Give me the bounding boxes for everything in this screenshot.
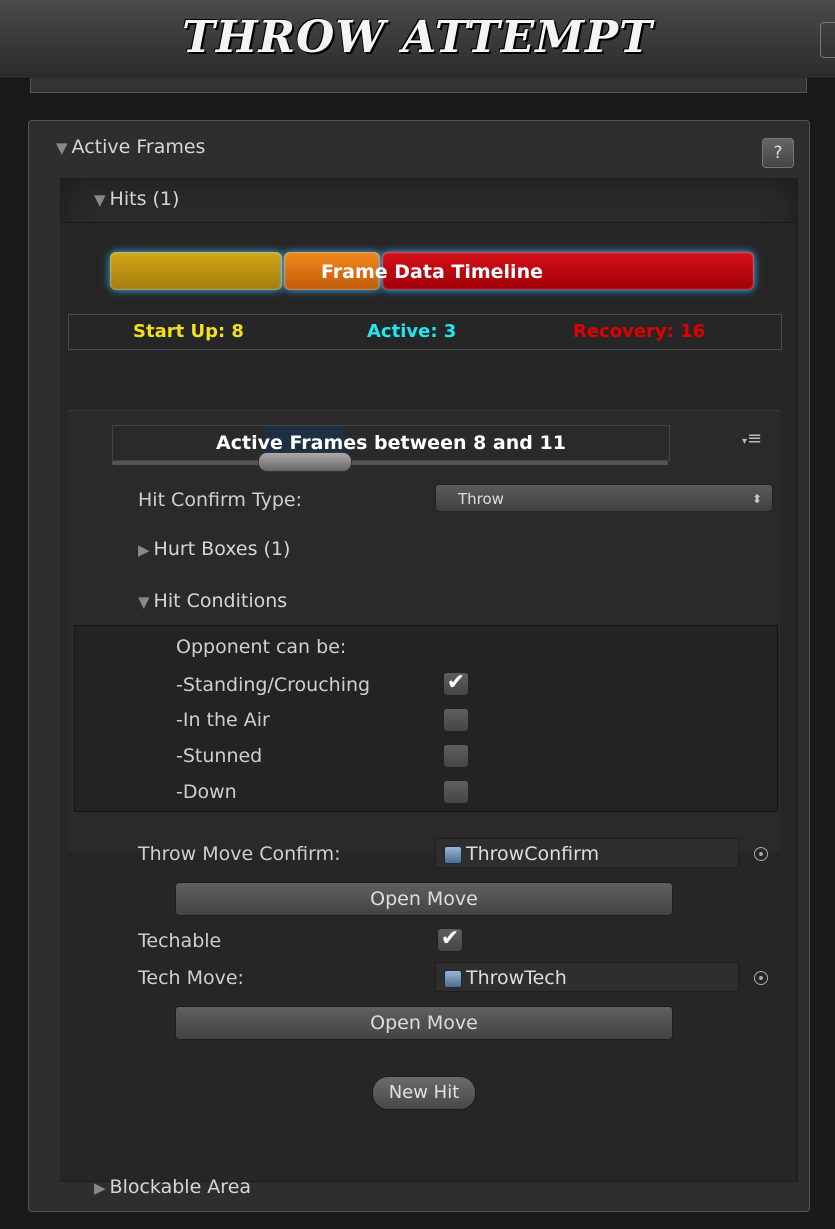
condition-label: -In the Air [176,709,270,731]
condition-label: -Stunned [176,745,263,767]
menu-lines-icon: ≡ [747,428,763,449]
blockable-area-label: Blockable Area [109,1176,252,1198]
foldout-expanded-icon: ▼ [94,191,106,209]
tech-move-value: ThrowTech [466,967,567,989]
active-frames-label: Active Frames [71,136,206,158]
tech-move-field[interactable]: ThrowTech [435,962,739,992]
condition-label: -Standing/Crouching [176,674,371,696]
opponent-can-be-heading: Opponent can be: [176,636,347,658]
foldout-collapsed-icon: ▶ [138,541,150,559]
techable-checkbox[interactable]: ✔ [437,928,463,952]
hurt-boxes-label: Hurt Boxes (1) [153,538,291,560]
range-slider-handle[interactable] [258,452,352,472]
open-move-button[interactable]: Open Move [175,882,673,916]
blockable-area-foldout[interactable]: ▶ Blockable Area [94,1176,251,1198]
hit-confirm-type-value: Throw [458,490,504,508]
techable-label: Techable [138,930,222,952]
object-picker-icon[interactable] [754,847,768,861]
range-slider-track[interactable] [112,461,668,465]
object-picker-icon[interactable] [754,971,768,985]
down-checkbox[interactable] [443,780,469,804]
foldout-expanded-icon: ▼ [56,139,68,157]
timeline-title-part2: Data Timeline [387,261,543,283]
hits-label: Hits (1) [109,188,180,210]
timeline-title: Frame Data Timeline [110,252,754,292]
throw-move-confirm-field[interactable]: ThrowConfirm [435,838,739,868]
stunned-checkbox[interactable] [443,744,469,768]
hit-conditions-foldout[interactable]: ▼ Hit Conditions [138,590,287,612]
active-info: Active: 3 [367,321,457,342]
standing-crouching-checkbox[interactable]: ✔ [443,672,469,696]
in-the-air-checkbox[interactable] [443,708,469,732]
tech-move-label: Tech Move: [138,967,244,989]
move-asset-icon [444,970,462,988]
hurt-boxes-foldout[interactable]: ▶ Hurt Boxes (1) [138,538,290,560]
active-frames-range-label: Active Frames between 8 and 11 [112,425,670,461]
foldout-collapsed-icon: ▶ [94,1179,106,1197]
hits-foldout[interactable]: ▼ Hits (1) [94,188,179,210]
recovery-info: Recovery: 16 [573,321,706,342]
throw-move-confirm-value: ThrowConfirm [466,843,600,865]
throw-move-confirm-label: Throw Move Confirm: [138,843,341,865]
open-move-button[interactable]: Open Move [175,1006,673,1040]
window-title-bar: THROW ATTEMPT [0,0,835,79]
startup-info: Start Up: 8 [133,321,244,342]
window-title: THROW ATTEMPT [182,12,653,63]
dropdown-arrows-icon: ⬍ [751,492,762,506]
title-bar-corner [820,22,835,58]
context-menu-icon[interactable]: ▾≡ [742,428,762,449]
new-hit-button[interactable]: New Hit [372,1076,476,1110]
foldout-expanded-icon: ▼ [138,593,150,611]
hit-confirm-type-dropdown[interactable]: Throw ⬍ [435,484,773,512]
frame-info-bar: Start Up: 8 Active: 3 Recovery: 16 [68,314,782,350]
timeline-title-part1: Frame [321,261,388,283]
help-button[interactable]: ? [762,138,794,168]
hit-confirm-type-label: Hit Confirm Type: [138,489,303,511]
hit-conditions-label: Hit Conditions [153,590,288,612]
condition-label: -Down [176,781,237,803]
active-frames-foldout[interactable]: ▼ Active Frames [56,136,205,158]
move-asset-icon [444,846,462,864]
top-strip [30,78,807,93]
